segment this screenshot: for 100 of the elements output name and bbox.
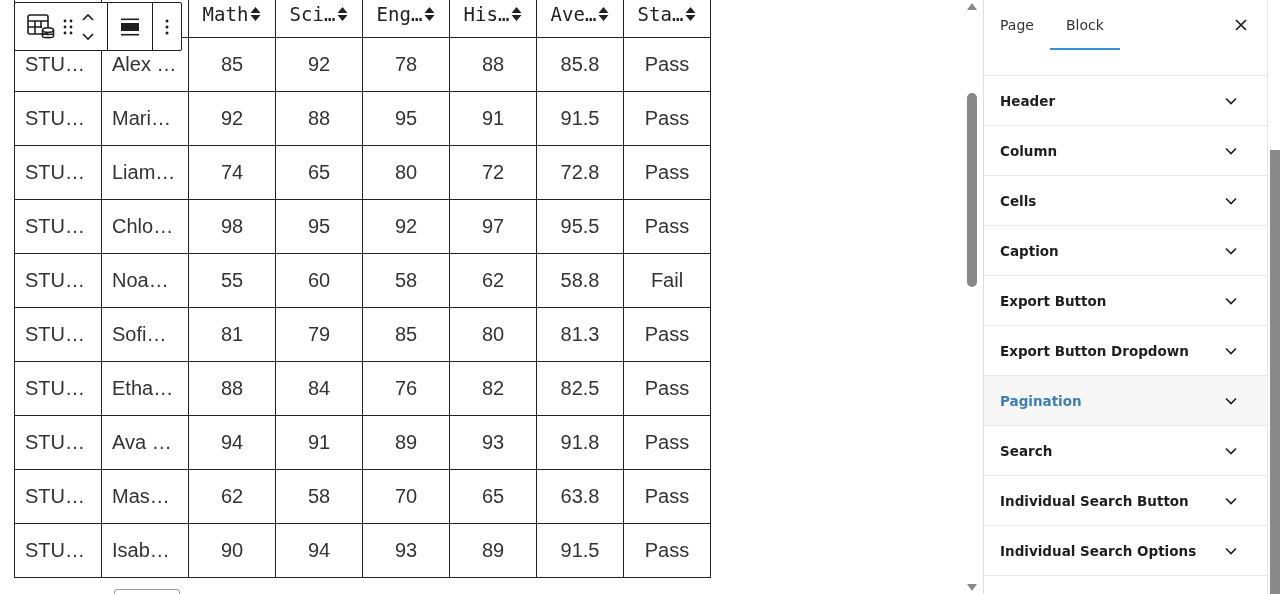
chevron-down-icon	[1225, 196, 1237, 205]
table-cell: Sofi…	[101, 307, 189, 362]
table-cell: 60	[275, 253, 363, 308]
chevron-down-icon	[1225, 396, 1237, 405]
table-cell: 95	[275, 199, 363, 254]
table-cell: 62	[449, 253, 537, 308]
chevron-down-icon	[1225, 346, 1237, 355]
drag-handle-icon[interactable]	[63, 18, 73, 35]
panel-section[interactable]: Column	[984, 126, 1267, 176]
scroll-up-icon[interactable]	[965, 2, 978, 11]
table-cell: 74	[188, 145, 276, 200]
column-header[interactable]: Sta…	[623, 0, 711, 38]
table-cell: 91.8	[536, 415, 624, 470]
sidebar-tab[interactable]: Block	[1049, 1, 1120, 50]
table-cell: Etha…	[101, 361, 189, 416]
scroll-down-icon[interactable]	[965, 583, 978, 592]
table-cell: Pass	[623, 469, 711, 524]
table-cell: 91.5	[536, 91, 624, 146]
table-cell: 94	[275, 523, 363, 578]
table-cell: 89	[449, 523, 537, 578]
sort-icon[interactable]	[511, 5, 523, 22]
scrollbar-thumb[interactable]	[966, 93, 977, 287]
table-cell: 91.5	[536, 523, 624, 578]
scrollbar-thumb[interactable]	[1270, 150, 1280, 594]
table-cell: Pass	[623, 199, 711, 254]
table-cell: 58	[275, 469, 363, 524]
move-arrows-icon[interactable]	[81, 11, 95, 42]
column-header[interactable]: Sci…	[275, 0, 363, 38]
chevron-down-icon	[1225, 296, 1237, 305]
close-icon[interactable]	[1235, 18, 1247, 31]
table-cell: Pass	[623, 361, 711, 416]
table-cell: Ava …	[101, 415, 189, 470]
panel-section[interactable]: Search	[984, 426, 1267, 476]
table-cell: 88	[188, 361, 276, 416]
table-cell: STU…	[14, 145, 102, 200]
table-cell: 92	[362, 199, 450, 254]
table-cell: Pass	[623, 37, 711, 92]
table-cell: 78	[362, 37, 450, 92]
panel-section[interactable]: Individual Search Button	[984, 476, 1267, 526]
table-cell: 88	[449, 37, 537, 92]
panel-section[interactable]: Cells	[984, 176, 1267, 226]
table-cell: 76	[362, 361, 450, 416]
table-cell: 82.5	[536, 361, 624, 416]
chevron-down-icon	[1225, 496, 1237, 505]
table-cell: 79	[275, 307, 363, 362]
sort-icon[interactable]	[598, 5, 610, 22]
align-icon[interactable]	[120, 17, 140, 36]
table-cell: STU…	[14, 469, 102, 524]
more-options-icon[interactable]	[165, 18, 169, 35]
panel-section[interactable]: Pagination	[984, 376, 1267, 426]
table-cell: Pass	[623, 145, 711, 200]
table-cell: STU…	[14, 415, 102, 470]
table-cell: 81.3	[536, 307, 624, 362]
table-cell: 81	[188, 307, 276, 362]
chevron-down-icon	[1225, 446, 1237, 455]
table-cell: 84	[275, 361, 363, 416]
table-cell: 55	[188, 253, 276, 308]
chevron-down-icon	[1225, 246, 1237, 255]
table-cell: 72	[449, 145, 537, 200]
column-header[interactable]: His…	[449, 0, 537, 38]
table-cell: Pass	[623, 415, 711, 470]
chevron-down-icon	[1225, 546, 1237, 555]
table-cell: 70	[362, 469, 450, 524]
panel-section[interactable]: Export Button	[984, 276, 1267, 326]
table-cell: 95.5	[536, 199, 624, 254]
table-cell: Noa…	[101, 253, 189, 308]
sidebar-tab[interactable]: Page	[1000, 0, 1050, 49]
table-cell: 92	[275, 37, 363, 92]
table-cell: 92	[188, 91, 276, 146]
table-cell: 89	[362, 415, 450, 470]
table-cell: 63.8	[536, 469, 624, 524]
sort-icon[interactable]	[685, 5, 697, 22]
table-cell: 85.8	[536, 37, 624, 92]
table-cell: 91	[449, 91, 537, 146]
panel-section[interactable]: Individual Search Options	[984, 526, 1267, 576]
panel-section[interactable]: Caption	[984, 226, 1267, 276]
table-cell: 82	[449, 361, 537, 416]
table-cell: Chlo…	[101, 199, 189, 254]
table-cell: 90	[188, 523, 276, 578]
sort-icon[interactable]	[424, 5, 436, 22]
table-cell: STU…	[14, 199, 102, 254]
table-cell: Mari…	[101, 91, 189, 146]
sort-icon[interactable]	[250, 5, 262, 22]
table-cell: 65	[449, 469, 537, 524]
sort-icon[interactable]	[337, 5, 349, 22]
panel-section[interactable]: Header	[984, 76, 1267, 126]
table-cell: 80	[449, 307, 537, 362]
table-cell: 98	[188, 199, 276, 254]
table-cell: 58.8	[536, 253, 624, 308]
table-cell: Pass	[623, 91, 711, 146]
column-header[interactable]: Eng…	[362, 0, 450, 38]
table-cell: 85	[188, 37, 276, 92]
table-cell: 85	[362, 307, 450, 362]
column-header[interactable]: Math	[188, 0, 276, 38]
table-cell: 93	[449, 415, 537, 470]
column-header[interactable]: Ave…	[536, 0, 624, 38]
table-cell: 80	[362, 145, 450, 200]
table-cell: STU…	[14, 361, 102, 416]
table-icon[interactable]	[27, 13, 55, 40]
table-cell: 88	[275, 91, 363, 146]
